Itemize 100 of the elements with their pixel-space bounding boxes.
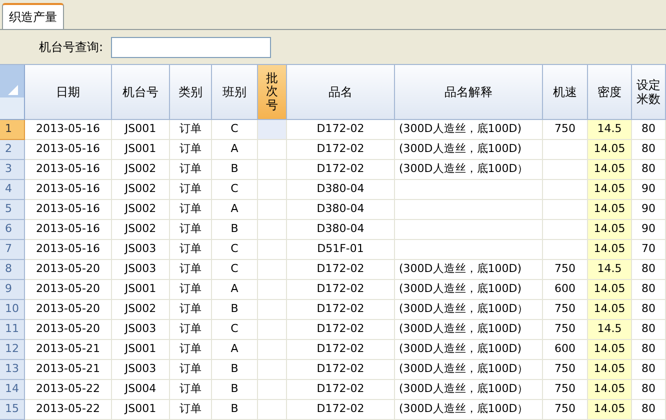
table-cell: D380-04 [287, 180, 395, 200]
table-cell: 14.05 [588, 360, 632, 380]
row-header[interactable]: 12 [0, 340, 25, 360]
table-cell: JS002 [112, 200, 170, 220]
table-cell: JS003 [112, 320, 170, 340]
table-cell: 2013-05-22 [25, 400, 112, 420]
table-cell: 80 [632, 360, 666, 380]
table-cell: 订单 [170, 140, 212, 160]
table-cell: 2013-05-16 [25, 240, 112, 260]
table-cell [258, 280, 287, 300]
table-cell: 14.05 [588, 180, 632, 200]
row-header[interactable]: 13 [0, 360, 25, 380]
table-cell: 订单 [170, 240, 212, 260]
table-cell: JS001 [112, 280, 170, 300]
table-cell: 订单 [170, 300, 212, 320]
column-header[interactable]: 班别 [212, 65, 258, 120]
row-header[interactable]: 6 [0, 220, 25, 240]
table-cell: 订单 [170, 200, 212, 220]
column-header[interactable]: 机台号 [112, 65, 170, 120]
table-cell: A [212, 200, 258, 220]
table-cell: D172-02 [287, 360, 395, 380]
table-cell: D172-02 [287, 280, 395, 300]
table-cell: D51F-01 [287, 240, 395, 260]
table-cell [258, 200, 287, 220]
row-header[interactable]: 1 [0, 120, 25, 140]
table-cell: 80 [632, 160, 666, 180]
table-cell [258, 220, 287, 240]
row-header[interactable]: 15 [0, 400, 25, 420]
row-header[interactable]: 11 [0, 320, 25, 340]
table-cell: B [212, 160, 258, 180]
table-cell: 订单 [170, 380, 212, 400]
table-cell: B [212, 360, 258, 380]
table-cell [258, 180, 287, 200]
table-cell: 订单 [170, 340, 212, 360]
row-header[interactable]: 5 [0, 200, 25, 220]
table-cell: 2013-05-22 [25, 380, 112, 400]
table-cell: (300D人造丝，底100D) [395, 320, 543, 340]
table-cell: 订单 [170, 360, 212, 380]
table-cell: B [212, 380, 258, 400]
table-cell: JS001 [112, 400, 170, 420]
table-cell: D172-02 [287, 140, 395, 160]
table-cell [258, 400, 287, 420]
table-cell: 订单 [170, 160, 212, 180]
table-cell: A [212, 140, 258, 160]
table-cell [258, 120, 287, 140]
row-header[interactable]: 8 [0, 260, 25, 280]
table-cell: D172-02 [287, 300, 395, 320]
table-cell: 2013-05-16 [25, 180, 112, 200]
table-cell: JS002 [112, 220, 170, 240]
table-cell: 750 [543, 260, 588, 280]
search-label: 机台号查询: [39, 39, 104, 56]
table-cell: 80 [632, 340, 666, 360]
search-field[interactable] [111, 36, 272, 58]
table-cell: 80 [632, 140, 666, 160]
table-cell: D172-02 [287, 400, 395, 420]
column-header[interactable]: 机速 [543, 65, 588, 120]
table-cell: D172-02 [287, 120, 395, 140]
table-cell: 订单 [170, 400, 212, 420]
table-cell: 14.05 [588, 200, 632, 220]
table-cell: 14.05 [588, 380, 632, 400]
table-cell: JS004 [112, 380, 170, 400]
table-cell: (300D人造丝，底100D) [395, 280, 543, 300]
table-cell: C [212, 120, 258, 140]
table-cell: 2013-05-21 [25, 360, 112, 380]
row-header[interactable]: 7 [0, 240, 25, 260]
table-cell: (300D人造丝，底100D） [395, 400, 543, 420]
row-header[interactable]: 4 [0, 180, 25, 200]
table-cell: 14.05 [588, 160, 632, 180]
row-header[interactable]: 14 [0, 380, 25, 400]
table-cell [258, 320, 287, 340]
row-header[interactable]: 3 [0, 160, 25, 180]
column-header[interactable]: 密度 [588, 65, 632, 120]
table-cell [543, 200, 588, 220]
table-cell: 750 [543, 320, 588, 340]
table-cell: B [212, 400, 258, 420]
column-header[interactable]: 品名 [287, 65, 395, 120]
table-cell [258, 340, 287, 360]
row-header[interactable]: 2 [0, 140, 25, 160]
table-cell: 2013-05-16 [25, 160, 112, 180]
table-cell: A [212, 280, 258, 300]
select-all-corner[interactable] [0, 65, 25, 120]
table-cell [258, 360, 287, 380]
table-cell: 600 [543, 340, 588, 360]
table-cell: 14.05 [588, 300, 632, 320]
column-header[interactable]: 品名解释 [395, 65, 543, 120]
row-header[interactable]: 9 [0, 280, 25, 300]
column-header[interactable]: 批次号 [258, 65, 287, 120]
tab[interactable]: 织造产量 [2, 3, 64, 29]
column-header[interactable]: 设定米数 [632, 65, 666, 120]
table-cell: D380-04 [287, 220, 395, 240]
row-header[interactable]: 10 [0, 300, 25, 320]
column-header[interactable]: 日期 [25, 65, 112, 120]
table-cell: 750 [543, 120, 588, 140]
table-cell: JS001 [112, 340, 170, 360]
table-cell: 750 [543, 360, 588, 380]
column-header[interactable]: 类别 [170, 65, 212, 120]
table-cell [258, 140, 287, 160]
table-cell: 600 [543, 280, 588, 300]
table-cell: 90 [632, 180, 666, 200]
table-cell: 订单 [170, 320, 212, 340]
